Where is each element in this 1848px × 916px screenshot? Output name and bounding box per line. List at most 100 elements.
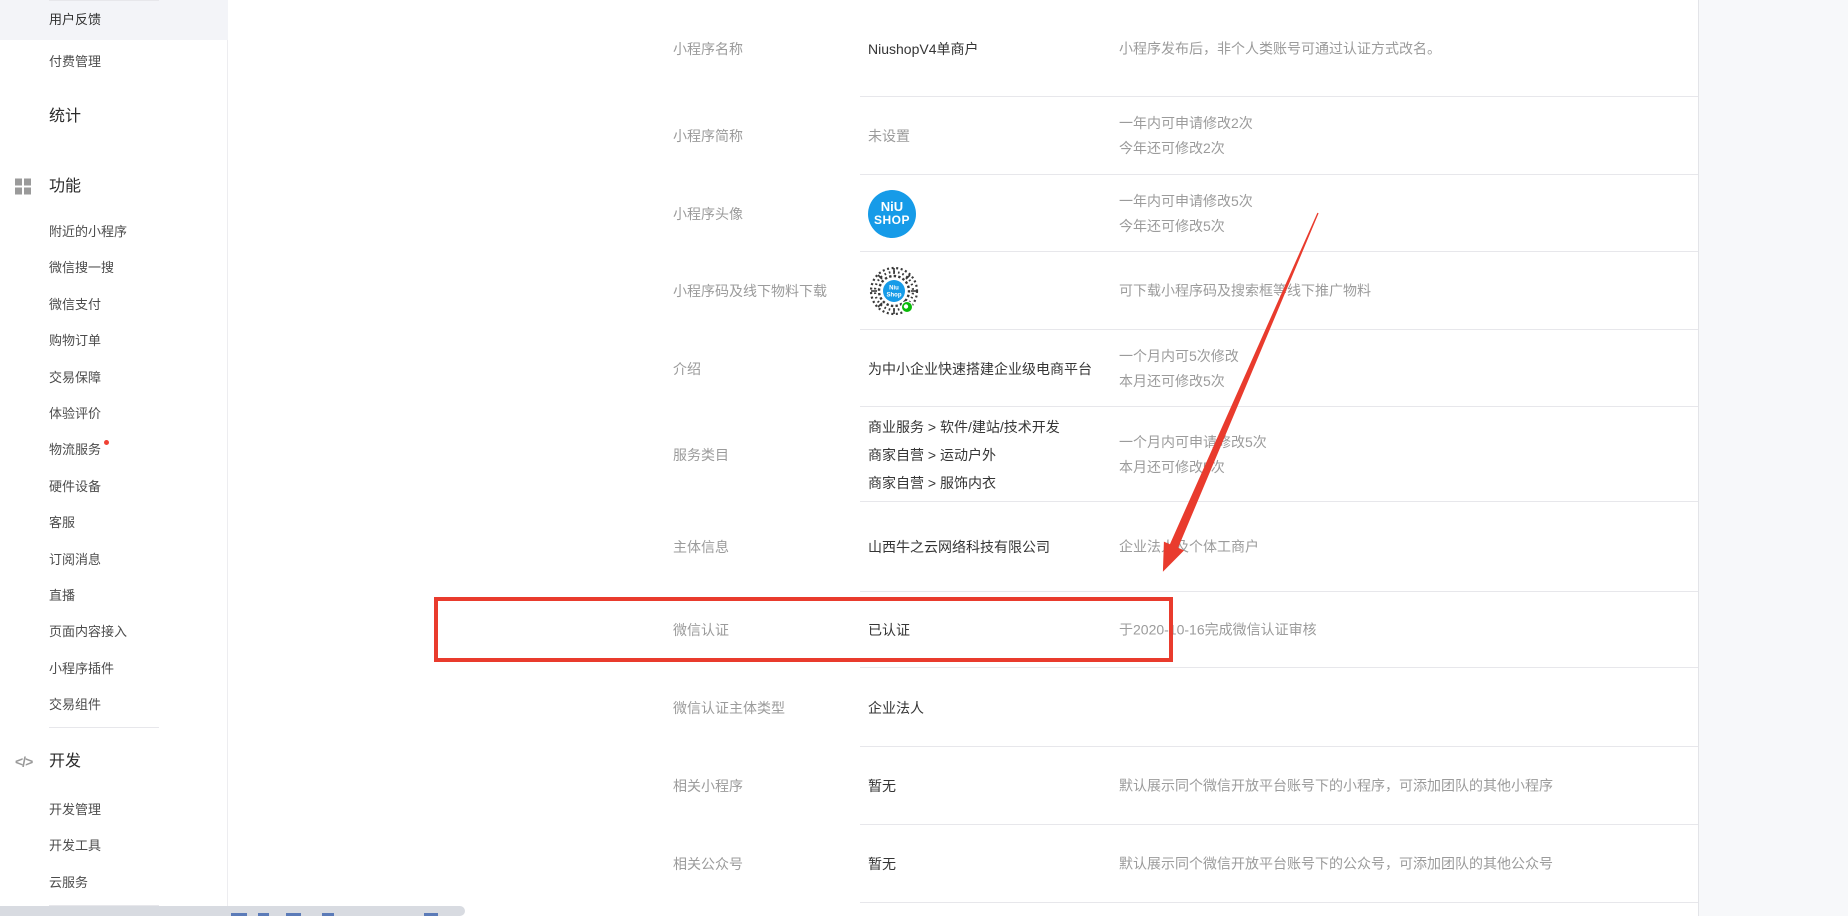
sidebar-section-统计[interactable]: 统计	[0, 97, 228, 137]
sidebar-section-开发[interactable]: </> 开发	[0, 742, 228, 782]
row-label: 小程序名称	[673, 39, 743, 59]
sidebar-item-label: 开发管理	[49, 802, 101, 817]
avatar-text-line1: NiU	[881, 200, 903, 214]
sidebar-item-物流服务[interactable]: 物流服务	[0, 431, 228, 469]
sidebar-divider	[49, 727, 159, 728]
row-label: 介绍	[673, 359, 701, 379]
row-value: 商业服务 > 软件/建站/技术开发商家自营 > 运动户外商家自营 > 服饰内衣	[868, 413, 1060, 497]
settings-row-小程序名称: 小程序名称 NiushopV4单商户 小程序发布后，非个人类账号可通过认证方式改名。…	[666, 0, 1848, 97]
sidebar-item-label: 用户反馈	[49, 12, 101, 27]
row-value: 已认证	[868, 616, 910, 644]
sidebar-item-label: 硬件设备	[49, 479, 101, 494]
settings-row-主体信息: 主体信息山西牛之云网络科技有限公司企业法人及个体工商户小程序主体变更详情名称修正	[666, 502, 1848, 592]
row-description: 默认展示同个微信开放平台账号下的小程序，可添加团队的其他小程序	[1119, 774, 1553, 799]
row-description: 一个月内可申请修改5次本月还可修改5次	[1119, 430, 1267, 480]
row-value: 未设置	[868, 122, 910, 150]
row-value: 山西牛之云网络科技有限公司	[868, 533, 1050, 561]
sidebar-item-小程序插件[interactable]: 小程序插件	[0, 650, 228, 688]
sidebar-divider	[49, 0, 159, 1]
row-description: 默认展示同个微信开放平台账号下的公众号，可添加团队的其他公众号	[1119, 852, 1553, 877]
sidebar-item-微信支付[interactable]: 微信支付	[0, 286, 228, 324]
sidebar-item-label: 交易保障	[49, 370, 101, 385]
row-label: 小程序简称	[673, 126, 743, 146]
sidebar-item-label: 云服务	[49, 875, 88, 890]
mini-program-qr-code-image: NiuShop	[868, 265, 920, 317]
page: 用户反馈付费管理统计功能附近的小程序微信搜一搜微信支付购物订单交易保障体验评价物…	[0, 0, 1848, 916]
sidebar-item-硬件设备[interactable]: 硬件设备	[0, 468, 228, 506]
sidebar-item-label: 订阅消息	[49, 552, 101, 567]
sidebar-item-label: 页面内容接入	[49, 624, 127, 639]
sidebar-item-label: 体验评价	[49, 406, 101, 421]
row-description: 于2020-10-16完成微信认证审核	[1119, 618, 1317, 643]
row-label: 相关小程序	[673, 776, 743, 796]
sidebar-section-label: 功能	[49, 178, 81, 195]
row-value: 为中小企业快速搭建企业级电商平台	[868, 355, 1092, 383]
sidebar-item-label: 交易组件	[49, 697, 101, 712]
sidebar-item-label: 付费管理	[49, 54, 101, 69]
settings-row-小程序头像: 小程序头像NiUSHOP一年内可申请修改5次今年还可修改5次修改	[666, 175, 1848, 252]
sidebar-item-云服务[interactable]: 云服务	[0, 864, 228, 902]
settings-row-微信认证: 微信认证已认证于2020-10-16完成微信认证审核详情	[666, 592, 1848, 668]
pie-chart-icon	[15, 109, 32, 126]
avatar-text-line2: SHOP	[874, 214, 910, 227]
row-description: 可下载小程序码及搜索框等线下推广物料	[1119, 279, 1371, 304]
settings-row-小程序码及线下物料下载: 小程序码及线下物料下载NiuShop可下载小程序码及搜索框等线下推广物料下载	[666, 252, 1848, 330]
settings-row-相关公众号: 相关公众号暂无默认展示同个微信开放平台账号下的公众号，可添加团队的其他公众号修改	[666, 825, 1848, 903]
sidebar-item-付费管理[interactable]: 付费管理	[0, 43, 228, 81]
settings-row-微信认证主体类型: 微信认证主体类型 企业法人	[666, 668, 1848, 747]
sidebar-item-label: 微信支付	[49, 297, 101, 312]
sidebar-item-直播[interactable]: 直播	[0, 577, 228, 615]
sidebar-section-label: 开发	[49, 753, 81, 770]
main-content: 小程序名称 NiushopV4单商户 小程序发布后，非个人类账号可通过认证方式改名。…	[229, 0, 1698, 916]
sidebar-item-交易组件[interactable]: 交易组件	[0, 686, 228, 724]
row-value: NiushopV4单商户	[868, 35, 979, 63]
sidebar-item-开发工具[interactable]: 开发工具	[0, 827, 228, 865]
row-value: 企业法人	[868, 694, 924, 722]
row-label: 服务类目	[673, 445, 729, 465]
sidebar-item-label: 小程序插件	[49, 661, 114, 676]
sidebar-item-微信搜一搜[interactable]: 微信搜一搜	[0, 249, 228, 287]
mini-program-avatar-image: NiUSHOP	[868, 190, 916, 238]
sidebar-item-附近的小程序[interactable]: 附近的小程序	[0, 213, 228, 251]
row-label: 小程序码及线下物料下载	[673, 281, 827, 301]
sidebar-item-订阅消息[interactable]: 订阅消息	[0, 541, 228, 579]
row-label: 微信认证主体类型	[673, 698, 785, 718]
sidebar-item-交易保障[interactable]: 交易保障	[0, 359, 228, 397]
sidebar-item-购物订单[interactable]: 购物订单	[0, 322, 228, 360]
sidebar-section-label: 统计	[49, 108, 81, 125]
row-description: 企业法人及个体工商户	[1119, 535, 1259, 560]
sidebar-item-体验评价[interactable]: 体验评价	[0, 395, 228, 433]
sidebar-item-label: 物流服务	[49, 442, 101, 457]
row-value: 暂无	[868, 772, 896, 800]
sidebar-item-开发管理[interactable]: 开发管理	[0, 791, 228, 829]
settings-row-介绍: 介绍为中小企业快速搭建企业级电商平台一个月内可5次修改本月还可修改5次修改	[666, 330, 1848, 407]
row-label: 主体信息	[673, 537, 729, 557]
sidebar-item-label: 客服	[49, 515, 75, 530]
grid-icon	[15, 179, 32, 196]
row-description: 一年内可申请修改5次今年还可修改5次	[1119, 189, 1253, 239]
page-right-gutter	[1698, 0, 1848, 916]
row-description: 一年内可申请修改2次今年还可修改2次	[1119, 111, 1253, 161]
settings-row-相关小程序: 相关小程序暂无默认展示同个微信开放平台账号下的小程序，可添加团队的其他小程序修改	[666, 747, 1848, 825]
sidebar-item-用户反馈[interactable]: 用户反馈	[0, 0, 228, 40]
svg-text:Niu: Niu	[889, 286, 899, 292]
svg-text:Shop: Shop	[887, 293, 902, 299]
sidebar-section-功能[interactable]: 功能	[0, 167, 228, 207]
sidebar-item-label: 附近的小程序	[49, 224, 127, 239]
sidebar-item-label: 购物订单	[49, 333, 101, 348]
settings-row-小程序简称: 小程序简称未设置一年内可申请修改2次今年还可修改2次修改	[666, 97, 1848, 175]
row-description: 小程序发布后，非个人类账号可通过认证方式改名。	[1119, 36, 1441, 61]
row-value: 暂无	[868, 850, 896, 878]
settings-table: 小程序名称 NiushopV4单商户 小程序发布后，非个人类账号可通过认证方式改名。…	[666, 0, 1848, 903]
sidebar-item-客服[interactable]: 客服	[0, 504, 228, 542]
sidebar-item-label: 开发工具	[49, 838, 101, 853]
sidebar-item-页面内容接入[interactable]: 页面内容接入	[0, 613, 228, 651]
code-icon: </>	[15, 754, 32, 771]
row-label: 小程序头像	[673, 204, 743, 224]
row-description: 一个月内可5次修改本月还可修改5次	[1119, 344, 1239, 394]
settings-row-服务类目: 服务类目 商业服务 > 软件/建站/技术开发商家自营 > 运动户外商家自营 > 服…	[666, 407, 1848, 502]
new-red-dot-icon	[104, 440, 109, 445]
row-label: 微信认证	[673, 620, 729, 640]
sidebar-item-label: 直播	[49, 588, 75, 603]
sidebar: 用户反馈付费管理统计功能附近的小程序微信搜一搜微信支付购物订单交易保障体验评价物…	[0, 0, 228, 916]
